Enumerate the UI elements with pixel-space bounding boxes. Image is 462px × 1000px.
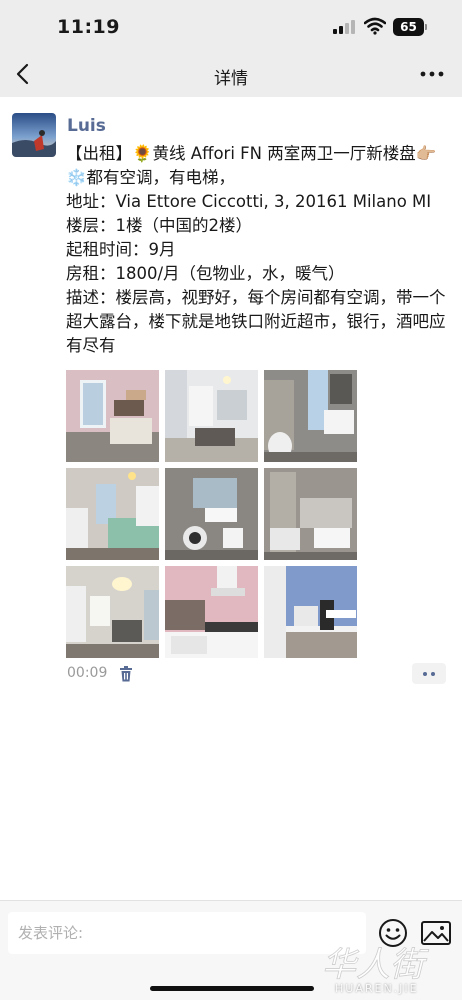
photo-kitchen-2[interactable] xyxy=(165,370,258,462)
comment-input[interactable] xyxy=(8,912,366,954)
photo-bathroom-2[interactable] xyxy=(165,468,258,560)
watermark-text: HUAREN.JIE xyxy=(335,982,419,995)
battery-icon: 65 xyxy=(393,18,427,36)
page-title: 详情 xyxy=(214,69,248,89)
post-line-rent: 房租：1800/月（包物业，水，暖气） xyxy=(66,264,345,283)
more-dots-icon[interactable] xyxy=(418,65,446,83)
status-time: 11:19 xyxy=(57,16,120,38)
trash-icon[interactable] xyxy=(119,666,133,682)
battery-level: 65 xyxy=(393,18,424,36)
post-content: 【出租】🌻黄线 Affori FN 两室两卫一厅新楼盘👉🏼 ❄️都有空调，有电梯… xyxy=(66,142,456,358)
post-author[interactable]: Luis xyxy=(67,116,106,136)
post-line-floor: 楼层：1楼（中国的2楼） xyxy=(66,216,252,235)
photo-living-room[interactable] xyxy=(66,566,159,658)
photo-grid xyxy=(66,370,358,660)
post-time: 00:09 xyxy=(67,665,108,681)
wifi-icon xyxy=(364,17,386,35)
photo-bedroom[interactable] xyxy=(66,468,159,560)
post-line-description: 描述：楼层高，视野好，每个房间都有空调，带一个超大露台，楼下就是地铁口附近超市，… xyxy=(66,288,446,355)
photo-bathroom-1[interactable] xyxy=(264,370,357,462)
home-indicator[interactable] xyxy=(150,986,314,991)
signal-icon xyxy=(333,20,357,34)
post-line-start-date: 起租时间：9月 xyxy=(66,240,176,259)
post-line-address: 地址：Via Ettore Ciccotti, 3, 20161 Milano … xyxy=(66,192,432,211)
more-actions-icon[interactable] xyxy=(412,663,446,684)
svg-text:华人街: 华人街 xyxy=(322,945,429,985)
photo-kitchen-3[interactable] xyxy=(165,566,258,658)
post-line-features: ❄️都有空调，有电梯， xyxy=(66,168,236,187)
photo-kitchen-1[interactable] xyxy=(66,370,159,462)
post-line-title: 【出租】🌻黄线 Affori FN 两室两卫一厅新楼盘👉🏼 xyxy=(66,144,437,163)
photo-study[interactable] xyxy=(264,566,357,658)
avatar[interactable] xyxy=(12,113,56,157)
photo-bathroom-3[interactable] xyxy=(264,468,357,560)
